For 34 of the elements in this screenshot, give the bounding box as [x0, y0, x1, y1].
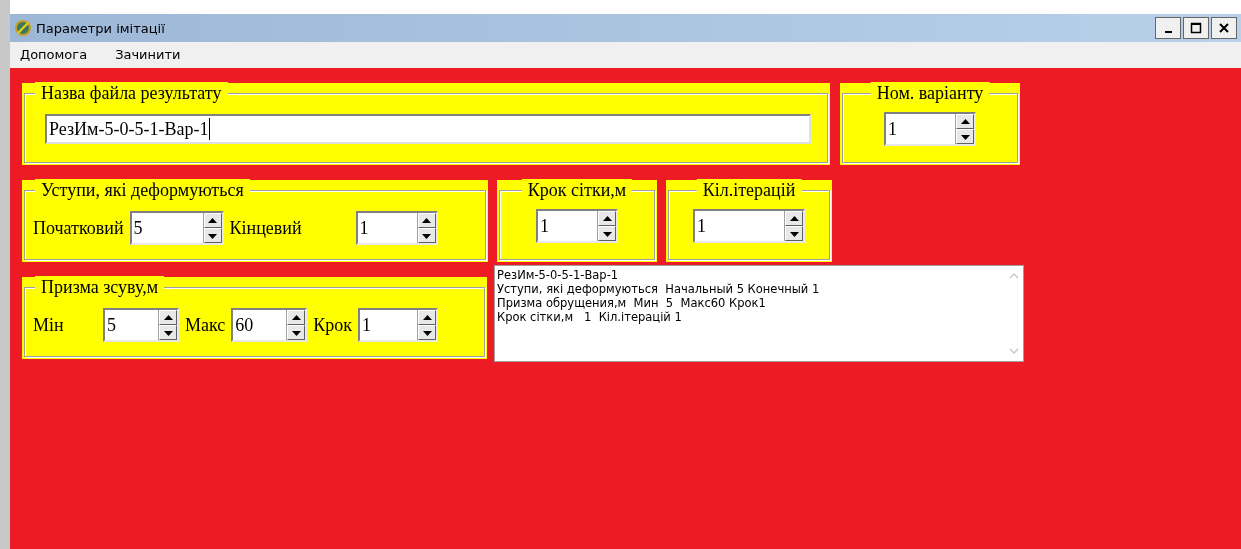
spin-field[interactable]: 1	[355, 211, 438, 245]
group-title: Призма зсуву,м	[35, 276, 165, 298]
field-label: Кінцевий	[229, 217, 303, 239]
spin-field[interactable]: 5	[103, 308, 179, 342]
app-icon	[14, 19, 32, 37]
menu-item[interactable]: Допомога	[20, 46, 88, 62]
group-title: Кіл.ітерацій	[696, 179, 802, 201]
group-title: Уступи, які деформуються	[35, 179, 250, 201]
spin-field[interactable]: 1	[693, 209, 805, 243]
field-label: Початковий	[33, 217, 124, 239]
menu-item[interactable]: Зачинити	[115, 46, 181, 62]
spin-field[interactable]: 60	[231, 308, 308, 342]
spin-field[interactable]: 5	[129, 211, 224, 245]
spin-field[interactable]: 1	[358, 308, 439, 342]
close-button[interactable]	[1211, 17, 1237, 39]
field-label: Макс	[185, 314, 226, 336]
minimize-icon	[1164, 31, 1172, 33]
close-icon	[1218, 22, 1230, 34]
log-line: Уступи, які деформуються Начальный 5 Конечный 1	[497, 282, 821, 296]
maximize-button[interactable]	[1183, 17, 1209, 39]
file-name-field[interactable]: РезИм-5-0-5-1-Вар-1	[45, 114, 811, 144]
log-line: Крок сітки,м 1 Кіл.ітерацій 1	[497, 310, 683, 324]
spin-field[interactable]: 1	[536, 209, 618, 243]
window-title: Параметри імітації	[36, 20, 165, 36]
maximize-icon	[1190, 22, 1202, 34]
field-label: Мін	[33, 314, 65, 336]
spin-field[interactable]: 1	[884, 112, 976, 146]
field-label: Крок	[313, 314, 353, 336]
group-title: Крок сітки,м	[521, 179, 633, 201]
log-line: Призма обрущения,м Мин 5 Макс60 Крок1	[497, 296, 767, 310]
log-line: РезИм-5-0-5-1-Вар-1	[497, 268, 620, 282]
group-title: Ном. варіанту	[870, 82, 990, 104]
minimize-button[interactable]	[1155, 17, 1181, 39]
group-title: Назва файла результату	[35, 82, 228, 104]
